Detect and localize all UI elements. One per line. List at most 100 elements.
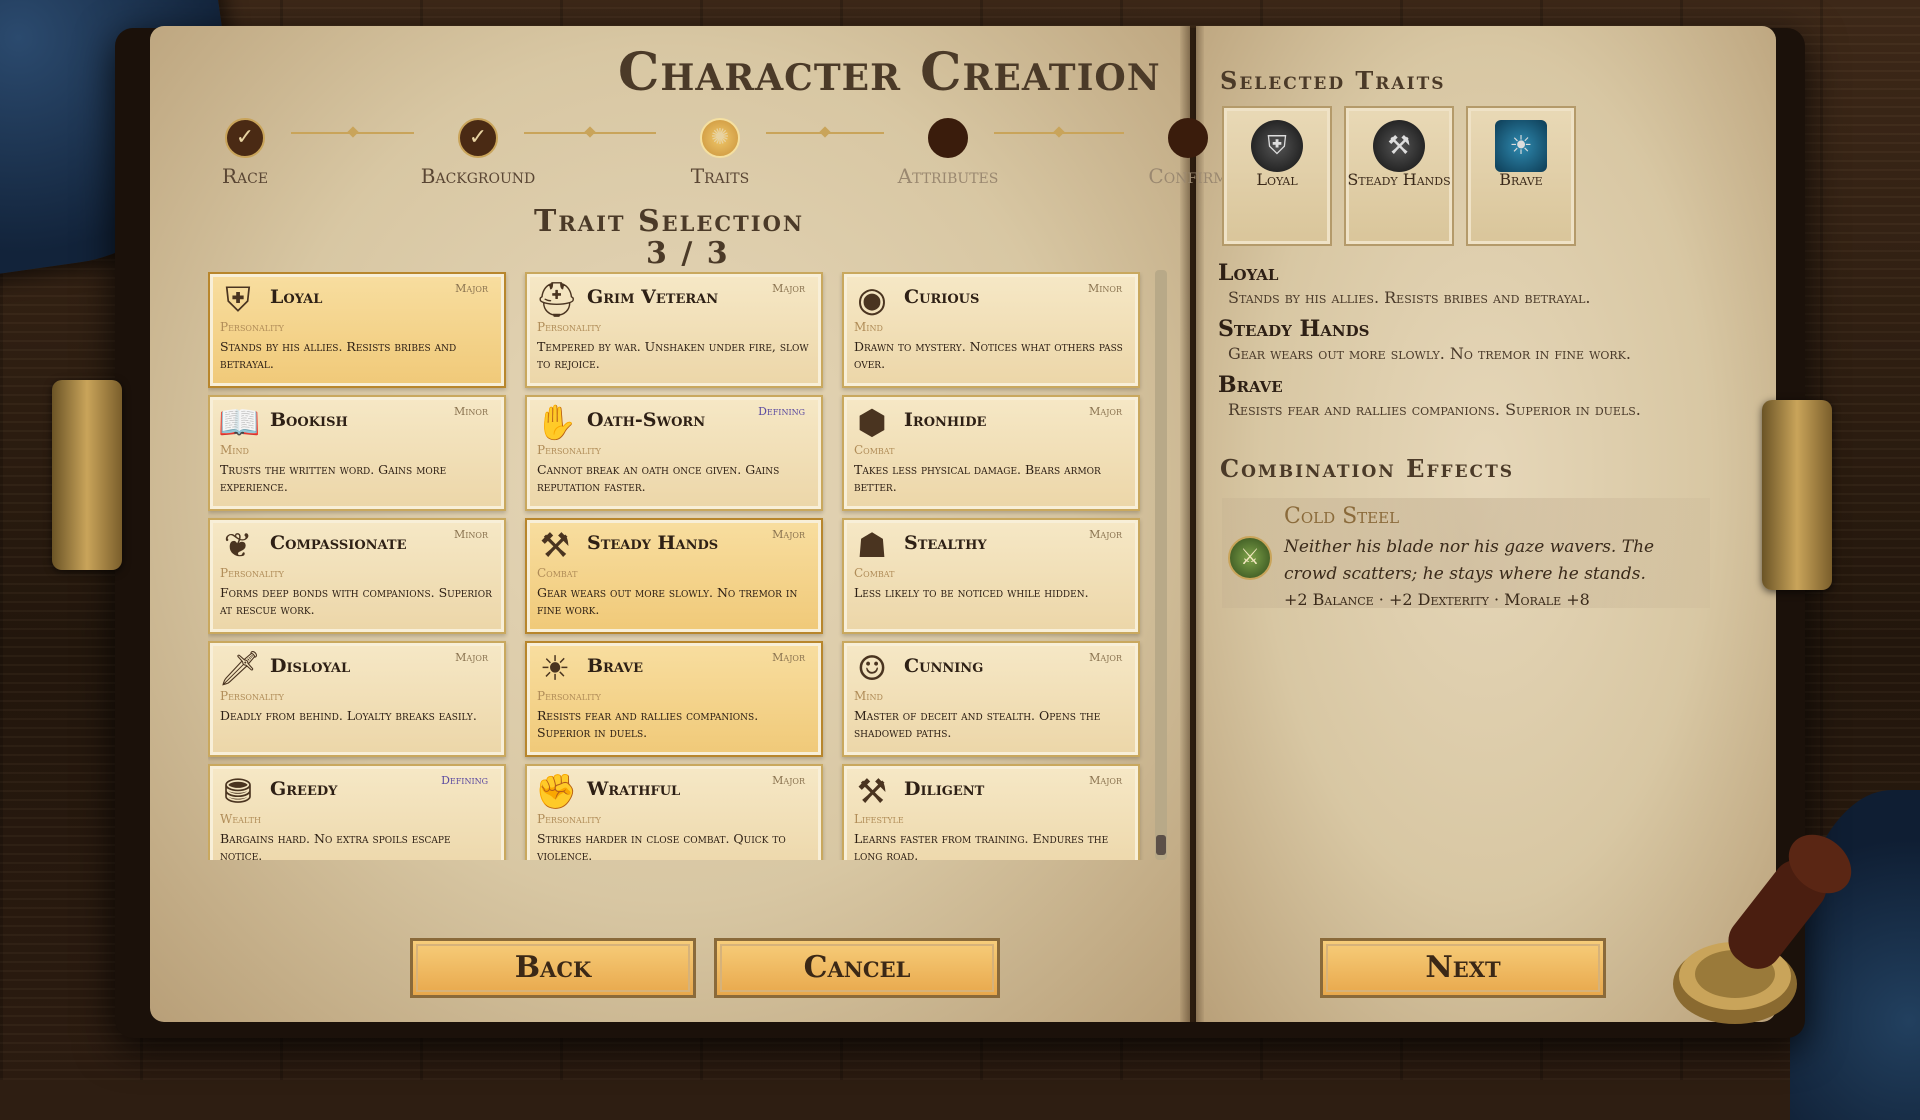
trait-card-ironhide[interactable]: ⬢ Ironhide Major Combat Takes less physical … [842,395,1140,511]
trait-category: Personality [537,812,601,826]
trait-name: Compassionate [270,532,407,554]
trait-name: Steady Hands [587,532,719,554]
selected-trait-slot[interactable]: ☀ Brave [1466,106,1576,246]
trait-name: Wrathful [587,778,681,800]
trait-description: Learns faster from training. Endures the… [854,831,1109,860]
trait-weight: Major [1089,528,1122,541]
trait-name: Diligent [904,778,985,800]
trait-name: Cunning [904,655,984,677]
trait-card-steady-hands[interactable]: ⚒ Steady Hands Major Combat Gear wears out m… [525,518,823,634]
combination-name: Cold Steel [1284,504,1400,529]
trait-card-disloyal[interactable]: 🗡 Disloyal Major Personality Deadly from beh… [208,641,506,757]
selected-trait-label: Loyal [1256,170,1298,189]
trait-description: Cannot break an oath once given. Gains r… [537,462,780,494]
trait-category: Mind [854,689,883,703]
trait-name: Greedy [270,778,338,800]
trait-category: Personality [220,566,284,580]
hammer-icon: ⚒ [856,772,888,812]
trait-weight: Major [772,774,805,787]
trait-weight: Defining [441,774,488,787]
trait-category: Combat [854,566,895,580]
step-traits-marker: ✺ [700,118,740,158]
trait-card-wrathful[interactable]: ✊ Wrathful Major Personality Strikes harder … [525,764,823,860]
trait-description: Resists fear and rallies companions. Sup… [537,708,759,740]
trait-grid: ⛨ Loyal Major Personality Stands by his alli… [208,272,1146,860]
selected-trait-detail-name: Steady Hands [1218,316,1370,342]
raised-hand-icon: ✋ [535,403,578,443]
back-button[interactable]: Back [410,938,696,998]
combination-flavor-text: Neither his blade nor his gaze wavers. T… [1284,537,1655,584]
step-connector [524,132,656,134]
trait-description: Strikes harder in close combat. Quick to… [537,831,786,860]
dagger-icon: 🗡 [218,649,262,689]
cancel-button[interactable]: Cancel [714,938,1000,998]
step-connector [766,132,884,134]
trait-description: Trusts the written word. Gains more expe… [220,462,447,494]
step-background-marker[interactable]: ✓ [458,118,498,158]
selected-trait-label: Steady Hands [1347,170,1451,189]
selected-trait-detail-desc: Stands by his allies. Resists bribes and… [1228,288,1591,307]
trait-weight: Minor [453,405,488,418]
trait-description: Deadly from behind. Loyalty breaks easil… [220,708,477,723]
step-race-label: Race [221,164,269,188]
step-attributes-label: Attributes [897,164,999,188]
scale-armor-icon: ⬢ [857,403,887,443]
step-background-label: Background [420,164,536,188]
trait-weight: Major [1089,405,1122,418]
trait-card-compassionate[interactable]: ❦ Compassionate Minor Personality Forms deep… [208,518,506,634]
selected-trait-detail-desc: Gear wears out more slowly. No tremor in… [1228,344,1631,363]
shield-cross-icon: ⛨ [225,280,251,320]
trait-weight: Major [772,282,805,295]
trait-card-curious[interactable]: ◉ Curious Minor Mind Drawn to mystery. Notic… [842,272,1140,388]
trait-weight: Major [455,282,488,295]
crossed-swords-icon: ⚔ [1228,536,1272,580]
selected-trait-slot[interactable]: ⛨ Loyal [1222,106,1332,246]
trait-weight: Minor [1087,282,1122,295]
trait-description: Gear wears out more slowly. No tremor in… [537,585,798,617]
book-icon: 📖 [218,403,261,443]
trait-card-bookish[interactable]: 📖 Bookish Minor Mind Trusts the written word… [208,395,506,511]
trait-card-diligent[interactable]: ⚒ Diligent Major Lifestyle Learns faster fro… [842,764,1140,860]
trait-card-oath-sworn[interactable]: ✋ Oath-Sworn Defining Personality Cannot bre… [525,395,823,511]
next-button[interactable]: Next [1320,938,1606,998]
wings-icon: ❦ [223,526,253,566]
trait-weight: Major [772,651,805,664]
trait-category: Wealth [220,812,261,826]
lion-icon: ☀ [539,649,571,689]
trait-name: Grim Veteran [587,286,719,308]
trait-card-cunning[interactable]: ☺ Cunning Major Mind Master of deceit and st… [842,641,1140,757]
step-attributes-marker [928,118,968,158]
trait-name: Disloyal [270,655,351,677]
coins-icon: ⛃ [223,772,253,812]
trait-weight: Major [772,528,805,541]
selected-trait-slot[interactable]: ⚒ Steady Hands [1344,106,1454,246]
selected-traits-heading: Selected Traits [1220,66,1446,95]
step-race-marker[interactable]: ✓ [225,118,265,158]
trait-count: 3 / 3 [646,236,730,271]
trait-category: Mind [854,320,883,334]
trait-category: Personality [220,320,284,334]
trait-description: Forms deep bonds with companions. Superi… [220,585,492,617]
trait-name: Loyal [270,286,323,308]
trait-card-brave[interactable]: ☀ Brave Major Personality Resists fear and r… [525,641,823,757]
scrollbar-thumb[interactable] [1156,835,1166,855]
trait-card-grim-veteran[interactable]: ⛑ Grim Veteran Major Personality Tempered by… [525,272,823,388]
trait-category: Combat [537,566,578,580]
step-connector [994,132,1124,134]
trait-card-stealthy[interactable]: ☗ Stealthy Major Combat Less likely to be no… [842,518,1140,634]
trait-card-loyal[interactable]: ⛨ Loyal Major Personality Stands by his alli… [208,272,506,388]
trait-weight: Defining [758,405,805,418]
trait-description: Master of deceit and stealth. Opens the … [854,708,1101,740]
trait-description: Drawn to mystery. Notices what others pa… [854,339,1123,371]
trait-card-greedy[interactable]: ⛃ Greedy Defining Wealth Bargains hard. No e… [208,764,506,860]
trait-weight: Major [1089,651,1122,664]
page-title: Character Creation [618,42,1161,103]
helmet-icon: ⛑ [535,280,579,320]
trait-selection-heading: Trait Selection [534,204,805,239]
trait-category: Mind [220,443,249,457]
trait-name: Ironhide [904,409,987,431]
step-confirm-marker [1168,118,1208,158]
trait-list-scrollbar[interactable] [1155,270,1167,860]
trait-category: Personality [537,320,601,334]
trait-category: Lifestyle [854,812,904,826]
